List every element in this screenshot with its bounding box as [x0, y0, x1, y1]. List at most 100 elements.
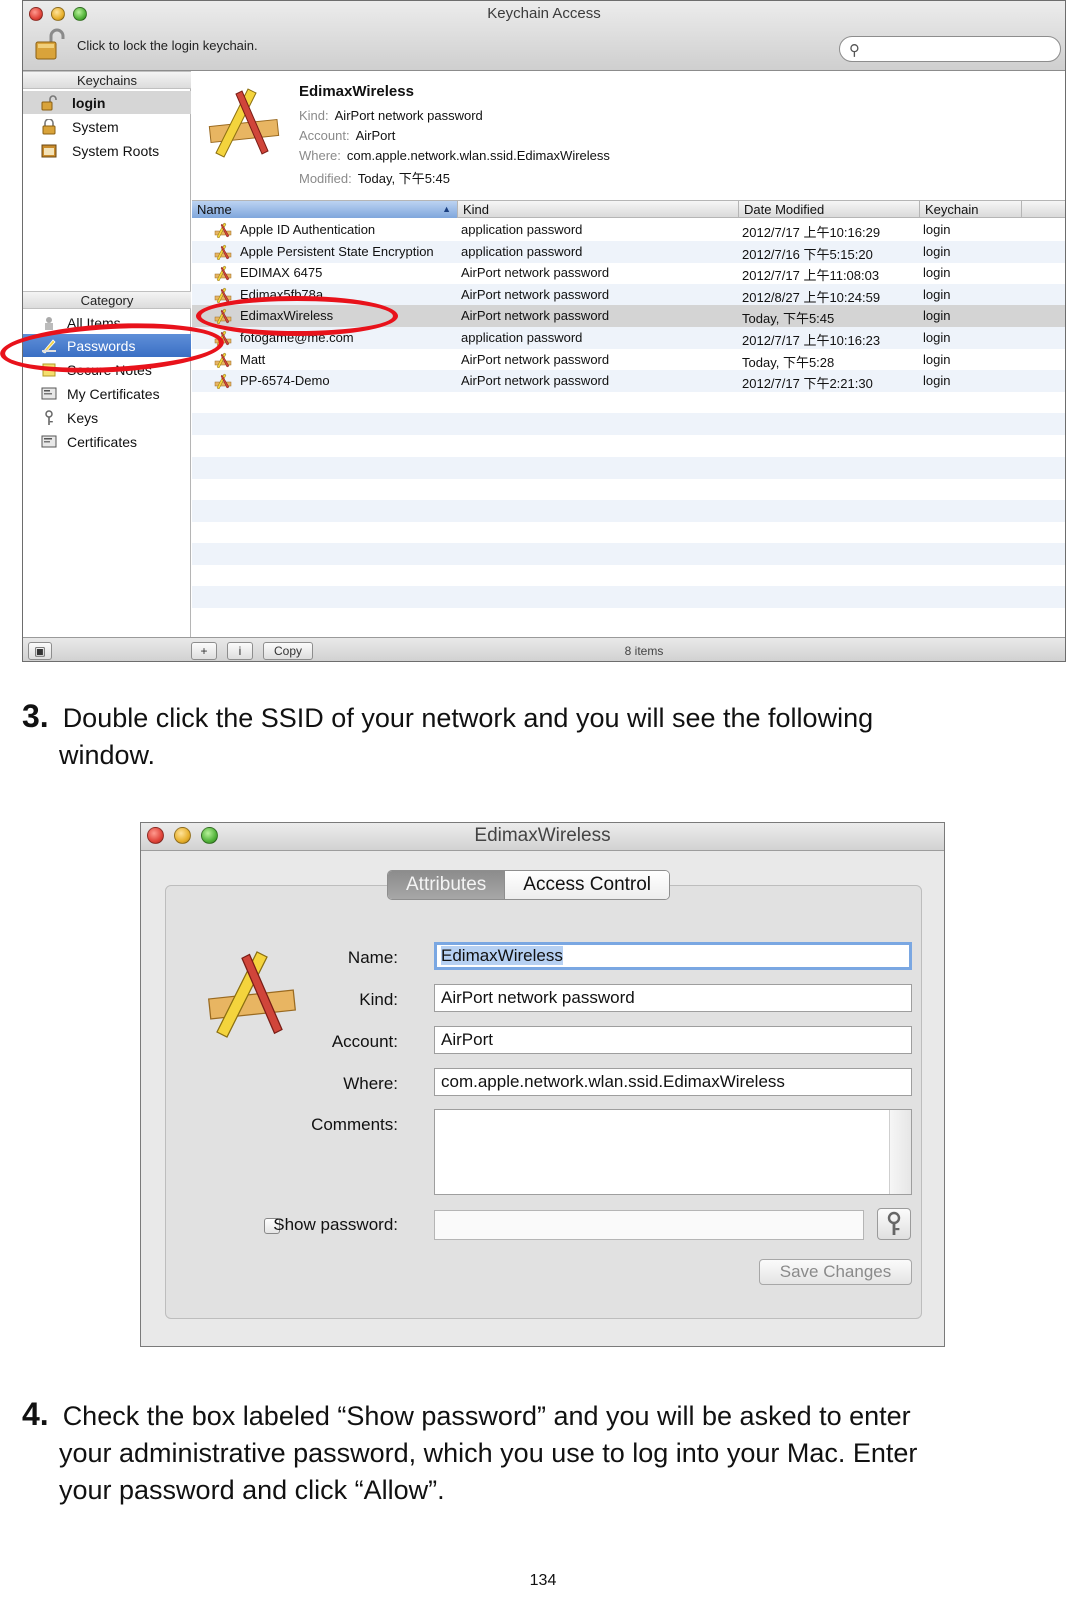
tab-access-control[interactable]: Access Control [504, 871, 670, 899]
cell-keychain: login [923, 243, 951, 259]
table-row[interactable]: fotogame@me.com application password 2012/… [192, 327, 1065, 349]
detail-kind: Kind: AirPort network password [299, 108, 483, 123]
bottom-toolbar: ▣ + i Copy 8 items [23, 637, 1065, 661]
sidebar-item-system-roots[interactable]: System Roots [23, 139, 191, 162]
table-row[interactable]: Apple ID Authentication application passw… [192, 219, 1065, 241]
column-header-date-modified[interactable]: Date Modified [739, 201, 920, 218]
sidebar-item-login[interactable]: login [23, 91, 191, 114]
titlebar: EdimaxWireless [141, 823, 944, 851]
sidebar-item-system[interactable]: System [23, 115, 191, 138]
certificate-icon [41, 387, 57, 399]
show-password-label[interactable]: Show password: [198, 1215, 398, 1235]
sidebar-item-label: Keys [67, 409, 99, 426]
cell-keychain: login [923, 265, 951, 281]
password-item-icon [214, 244, 232, 260]
sidebar-item-keys[interactable]: Keys [23, 406, 191, 429]
item-detail-pane: EdimaxWireless Kind: AirPort network pass… [192, 71, 1065, 201]
lock-open-icon[interactable] [33, 28, 67, 62]
sidebar-item-all-items[interactable]: All Items [23, 311, 191, 334]
table-row[interactable]: Edimax5fb78a AirPort network password 2012… [192, 283, 1065, 306]
password-item-icon [214, 287, 232, 303]
lock-icon [42, 118, 56, 134]
empty-table-row [192, 499, 1065, 522]
search-field[interactable]: ⚲ [839, 36, 1061, 62]
lock-control[interactable]: Click to lock the login keychain. [33, 28, 258, 62]
comments-field[interactable] [434, 1109, 912, 1195]
password-item-icon [214, 330, 232, 346]
name-field[interactable]: EdimaxWireless [434, 942, 912, 970]
sidebar: Keychains login System System Roots Cate… [23, 71, 191, 637]
password-item-icon [214, 309, 232, 325]
password-field[interactable] [434, 1210, 864, 1240]
detail-account: Account: AirPort [299, 128, 395, 143]
cell-date: 2012/8/27 上午10:24:59 [742, 289, 881, 305]
cell-keychain: login [923, 222, 951, 237]
page-number: 134 [529, 1572, 557, 1589]
table-row[interactable]: EDIMAX 6475 AirPort network password 2012/… [192, 262, 1065, 284]
lock-open-icon [41, 94, 57, 110]
category-header: Category [23, 291, 191, 309]
empty-table-row [192, 565, 1065, 587]
table-row[interactable]: Matt AirPort network password Today, 下午5:2… [192, 349, 1065, 371]
key-icon [887, 1211, 901, 1235]
sidebar-item-secure-notes[interactable]: Secure Notes [23, 358, 191, 381]
where-label: Where: [343, 1074, 398, 1093]
step-text-line: Check the box labeled “Show password” an… [62, 1401, 911, 1431]
column-label: Date Modified [744, 202, 825, 217]
account-label: Account: [331, 1032, 398, 1051]
sidebar-item-passwords[interactable]: Passwords [23, 334, 191, 357]
cell-name: EDIMAX 6475 [240, 265, 323, 281]
cell-date: 2012/7/17 下午2:21:30 [742, 376, 873, 392]
search-input[interactable] [870, 40, 1050, 58]
detail-where: Where: com.apple.network.wlan.ssid.Edimax… [299, 148, 610, 163]
cell-kind: AirPort network password [461, 286, 610, 302]
empty-table-row [192, 456, 1065, 479]
step-text-line: your administrative password, which you … [59, 1438, 918, 1468]
cell-kind: application password [461, 330, 583, 345]
column-header-keychain[interactable]: Keychain [920, 201, 1022, 218]
detail-modified: Modified: Today, 下午5:45 [299, 168, 450, 187]
tab-attributes[interactable]: Attributes [388, 871, 505, 899]
cell-name: Edimax5fb78a [240, 286, 324, 302]
cell-date: 2012/7/16 下午5:15:20 [742, 246, 873, 262]
keychain-access-window: Keychain Access Click to lock the login … [22, 0, 1066, 662]
column-header-name[interactable]: Name ▲ [192, 201, 458, 218]
table-row[interactable]: Apple Persistent State Encryption applica… [192, 240, 1065, 263]
step-text-line: Double click the SSID of your network an… [62, 703, 874, 733]
item-attributes-window: EdimaxWireless Name: EdimaxWireless Kind… [140, 822, 945, 1347]
password-assistant-button[interactable] [877, 1208, 911, 1240]
table-header: Name ▲ Kind Date Modified Keychain [192, 200, 1065, 218]
all-items-icon [45, 316, 53, 330]
sidebar-item-my-certificates[interactable]: My Certificates [23, 382, 191, 405]
save-changes-button[interactable]: Save Changes [759, 1259, 912, 1285]
cell-kind: AirPort network password [461, 351, 610, 367]
tab-bar: Attributes Access Control [387, 870, 671, 900]
password-item-icon [214, 373, 232, 390]
column-header-kind[interactable]: Kind [458, 201, 739, 218]
empty-table-row [192, 521, 1065, 543]
where-field[interactable]: com.apple.network.wlan.ssid.EdimaxWirele… [434, 1068, 912, 1096]
empty-table-row [192, 392, 1065, 414]
comments-scrollbar[interactable] [889, 1110, 911, 1194]
kind-field[interactable]: AirPort network password [434, 984, 912, 1012]
step-number: 3. [22, 698, 49, 734]
empty-table-row [192, 435, 1065, 457]
cell-name: EdimaxWireless [240, 308, 334, 324]
empty-table-row [192, 543, 1065, 565]
table-row[interactable]: EdimaxWireless AirPort network password To… [192, 305, 1065, 328]
step-4-instruction: 4. Check the box labeled “Show password” … [22, 1396, 1062, 1509]
items-table: Apple ID Authentication application passw… [192, 219, 1065, 637]
cell-kind: AirPort network password [461, 265, 610, 281]
step-text-line: your password and click “Allow”. [59, 1475, 445, 1505]
note-icon [42, 363, 56, 376]
sidebar-item-certificates[interactable]: Certificates [23, 430, 191, 453]
items-count: 8 items [624, 644, 664, 658]
password-item-icon [214, 222, 232, 238]
account-field[interactable]: AirPort [434, 1026, 912, 1054]
empty-table-row [192, 586, 1065, 609]
cell-name: PP-6574-Demo [240, 373, 330, 389]
detail-modified-label: Modified: [299, 171, 352, 186]
detail-kind-label: Kind: [299, 108, 329, 123]
detail-modified-value: Today, 下午5:45 [357, 171, 451, 186]
table-row[interactable]: PP-6574-Demo AirPort network password 2012… [192, 370, 1065, 393]
